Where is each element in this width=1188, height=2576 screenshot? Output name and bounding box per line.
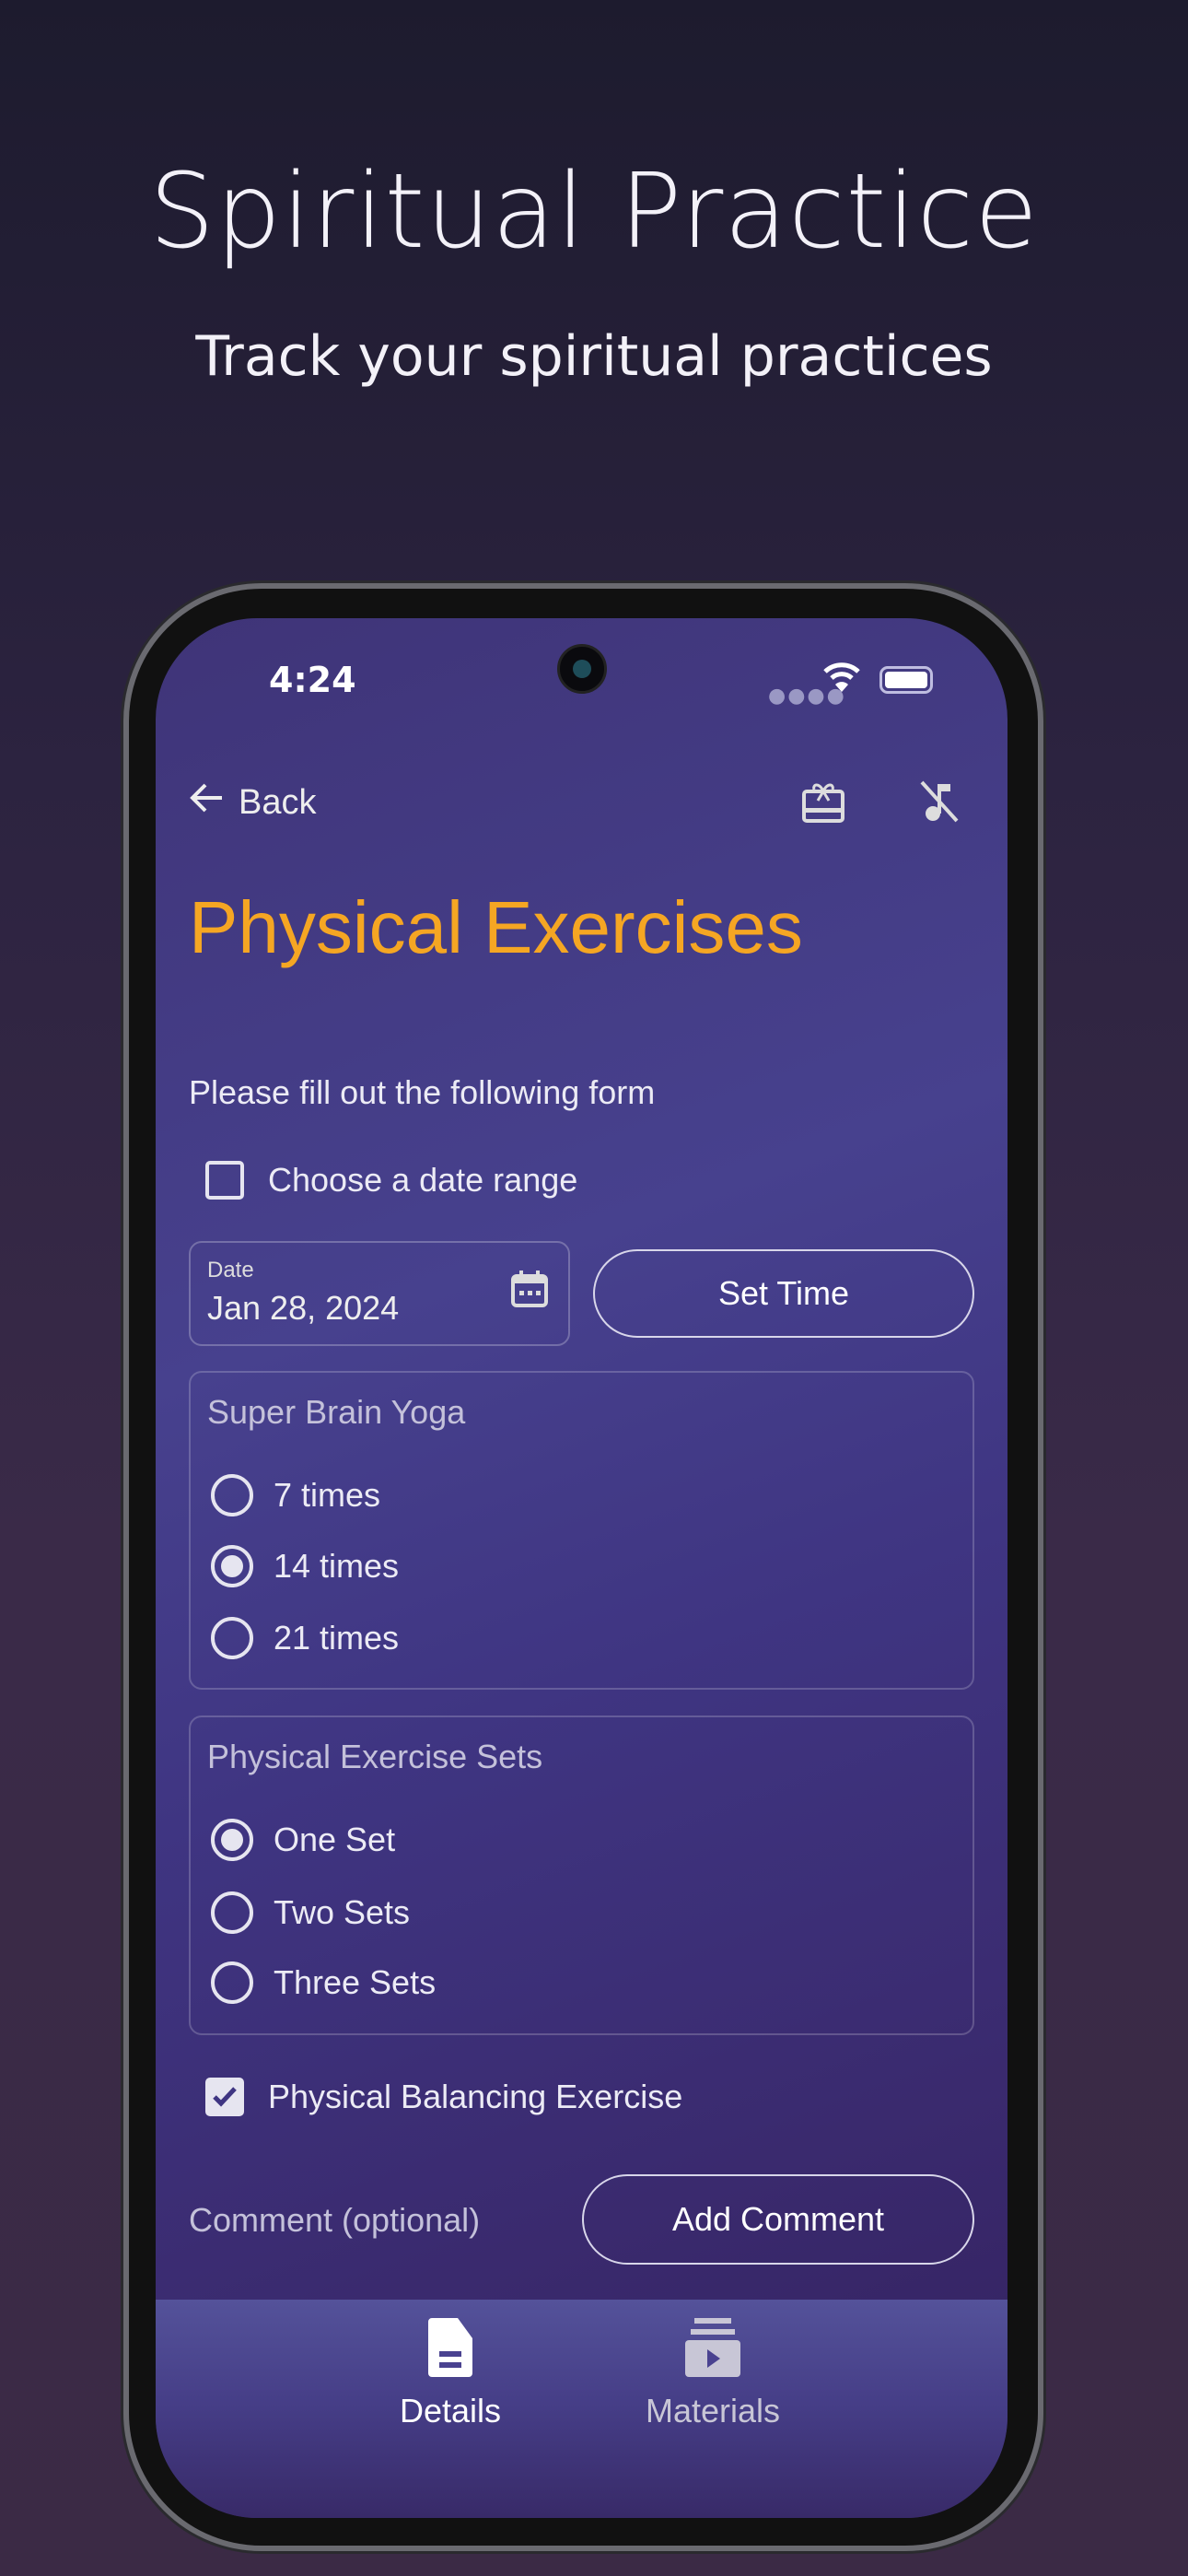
- gift-card-icon[interactable]: [800, 779, 846, 835]
- radio-circle[interactable]: [211, 1474, 253, 1516]
- super-brain-yoga-group: Super Brain Yoga 7 times 14 times 21 tim…: [189, 1371, 974, 1690]
- back-button[interactable]: Back: [189, 779, 316, 825]
- radio-7-times[interactable]: 7 times: [211, 1474, 380, 1516]
- wifi-icon: [823, 661, 860, 702]
- radio-21-times[interactable]: 21 times: [211, 1617, 399, 1659]
- tab-label: Materials: [645, 2392, 781, 2430]
- date-value: Jan 28, 2024: [207, 1289, 400, 1327]
- tab-label: Details: [399, 2392, 502, 2430]
- set-time-button[interactable]: Set Time: [593, 1249, 974, 1338]
- radio-circle[interactable]: [211, 1961, 253, 2004]
- date-field-label: Date: [207, 1258, 254, 1282]
- radio-one-set[interactable]: One Set: [211, 1819, 395, 1861]
- hero-title: Spiritual Practice: [148, 152, 1040, 272]
- form-instructions: Please fill out the following form: [189, 1073, 656, 1111]
- checkbox-box[interactable]: [205, 1161, 244, 1200]
- document-icon: [428, 2318, 472, 2377]
- radio-label: Three Sets: [274, 1963, 437, 2001]
- checkmark-icon: [213, 2087, 237, 2107]
- radio-label: Two Sets: [274, 1893, 411, 1931]
- back-label: Back: [239, 782, 317, 822]
- radio-two-sets[interactable]: Two Sets: [211, 1891, 410, 1934]
- balancing-exercise-checkbox[interactable]: Physical Balancing Exercise: [205, 2078, 682, 2116]
- radio-label: 14 times: [274, 1547, 400, 1585]
- phone-screen: 4:24 ●●●● Back Physical Exercises Please…: [156, 618, 1007, 2518]
- radio-three-sets[interactable]: Three Sets: [211, 1961, 436, 2004]
- group-label: Physical Exercise Sets: [207, 1738, 543, 1775]
- checkbox-checked[interactable]: [205, 2078, 244, 2116]
- camera-icon: [557, 644, 607, 694]
- comment-label: Comment (optional): [189, 2201, 481, 2239]
- radio-label: 21 times: [274, 1619, 400, 1657]
- balancing-label: Physical Balancing Exercise: [268, 2078, 683, 2115]
- bottom-nav: Details Materials: [156, 2300, 1007, 2518]
- page-title: Physical Exercises: [189, 886, 803, 968]
- tab-details[interactable]: Details: [358, 2318, 542, 2430]
- exercise-sets-group: Physical Exercise Sets One Set Two Sets …: [189, 1715, 974, 2035]
- calendar-icon[interactable]: [509, 1269, 550, 1319]
- video-library-icon: [685, 2318, 740, 2377]
- radio-label: 7 times: [274, 1476, 381, 1514]
- radio-label: One Set: [274, 1821, 396, 1858]
- date-field[interactable]: Date Jan 28, 2024: [189, 1241, 570, 1346]
- radio-circle[interactable]: [211, 1617, 253, 1659]
- date-range-label: Choose a date range: [268, 1161, 578, 1199]
- hero-subtitle: Track your spiritual practices: [195, 324, 993, 389]
- radio-circle[interactable]: [211, 1891, 253, 1934]
- add-comment-button[interactable]: Add Comment: [582, 2174, 974, 2265]
- battery-icon: [879, 666, 933, 694]
- radio-circle-selected[interactable]: [211, 1819, 253, 1861]
- radio-circle-selected[interactable]: [211, 1545, 253, 1587]
- group-label: Super Brain Yoga: [207, 1393, 466, 1431]
- tab-materials[interactable]: Materials: [621, 2318, 805, 2430]
- date-range-checkbox[interactable]: Choose a date range: [205, 1161, 577, 1200]
- radio-14-times[interactable]: 14 times: [211, 1545, 399, 1587]
- status-time: 4:24: [269, 660, 356, 700]
- music-off-icon[interactable]: [916, 779, 962, 835]
- arrow-left-icon: [189, 779, 226, 825]
